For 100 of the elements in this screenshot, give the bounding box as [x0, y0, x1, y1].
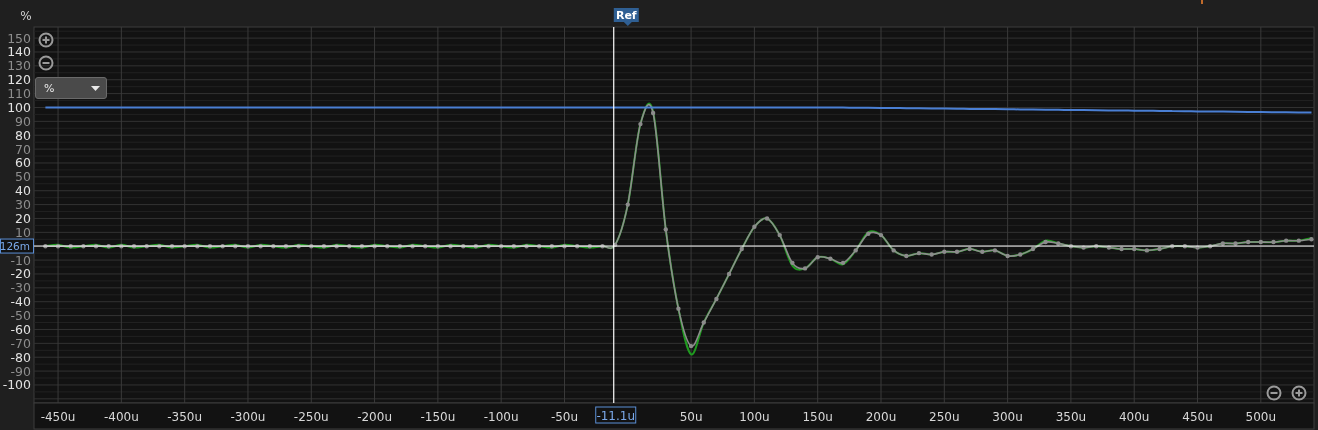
- data-point: [207, 244, 213, 249]
- x-tick-label: -450u: [40, 410, 76, 424]
- data-point: [169, 244, 175, 249]
- caret-icon: [91, 85, 100, 91]
- data-point: [410, 244, 415, 249]
- x-tick-label: -50u: [550, 410, 579, 424]
- data-point: [321, 244, 327, 249]
- data-point: [904, 253, 909, 259]
- data-point: [43, 244, 48, 249]
- data-point: [714, 296, 719, 302]
- data-point: [891, 248, 896, 253]
- data-point: [55, 244, 61, 249]
- data-point: [119, 244, 124, 249]
- data-point: [562, 244, 567, 249]
- zoom-in-icon: [38, 32, 54, 48]
- data-point: [93, 244, 99, 249]
- marker-tick: [1201, 0, 1203, 4]
- zoom-out-icon: [38, 55, 54, 71]
- y-tick-label: -10: [10, 252, 31, 268]
- x-tick-label: 100u: [739, 410, 770, 424]
- x-tick-label: 150u: [802, 410, 833, 424]
- data-point: [1220, 241, 1226, 246]
- y-tick-label: -80: [10, 349, 31, 365]
- data-point: [1056, 241, 1061, 246]
- data-point: [587, 244, 592, 249]
- data-point: [752, 224, 757, 229]
- data-point: [688, 343, 694, 349]
- data-point: [1258, 239, 1263, 245]
- data-point: [524, 244, 529, 249]
- data-point: [802, 266, 808, 271]
- data-point: [1283, 238, 1289, 243]
- x-tick-label: 400u: [1118, 410, 1150, 424]
- data-point: [385, 244, 390, 249]
- data-point: [840, 260, 846, 266]
- data-point: [106, 244, 111, 249]
- data-point: [574, 244, 580, 249]
- data-point: [1170, 244, 1175, 249]
- y-tick-label: 10: [15, 224, 31, 240]
- data-point: [942, 249, 947, 254]
- data-point: [1132, 246, 1137, 252]
- data-point: [486, 244, 491, 249]
- data-point: [1094, 244, 1099, 249]
- y-tick-label: 150: [7, 30, 31, 46]
- data-point: [853, 248, 858, 253]
- zoom-in-button[interactable]: [38, 32, 54, 48]
- y-tick-label: 90: [15, 113, 31, 129]
- y-tick-label: 100: [7, 99, 31, 115]
- y-tick-label: 70: [15, 141, 31, 157]
- data-point: [1309, 237, 1314, 242]
- y-tick-label: -40: [10, 294, 31, 310]
- data-point: [157, 244, 162, 249]
- data-point: [1271, 239, 1276, 245]
- data-point: [195, 244, 200, 249]
- data-point: [1119, 246, 1124, 252]
- x-tick-label: -300u: [230, 410, 266, 424]
- data-point: [650, 110, 656, 116]
- units-dropdown[interactable]: %: [35, 77, 107, 99]
- data-point: [309, 244, 314, 249]
- data-point: [182, 244, 187, 249]
- data-point: [1005, 253, 1010, 259]
- data-point: [1182, 244, 1188, 249]
- zoom-out-button[interactable]: [38, 55, 54, 71]
- y-tick-label: 20: [15, 210, 31, 226]
- data-point: [764, 216, 770, 221]
- data-point: [461, 244, 466, 249]
- x-tick-label: -250u: [293, 410, 329, 424]
- data-point: [549, 244, 554, 249]
- y-tick-label: 60: [15, 155, 31, 171]
- data-point: [777, 232, 782, 238]
- data-point: [1195, 245, 1200, 250]
- data-point: [1068, 244, 1074, 249]
- data-point: [866, 231, 871, 236]
- data-point: [663, 227, 668, 232]
- data-point: [1030, 246, 1036, 252]
- data-point: [511, 244, 517, 249]
- y-tick-label: -100: [2, 377, 31, 393]
- data-point: [701, 320, 706, 325]
- data-point: [144, 244, 149, 249]
- zoom-out-button[interactable]: [1266, 385, 1282, 401]
- data-point: [612, 242, 618, 248]
- zoom-in-button[interactable]: [1291, 385, 1307, 401]
- data-point: [423, 244, 428, 249]
- data-point: [271, 244, 276, 249]
- x-tick-label: 300u: [992, 410, 1023, 424]
- y-tick-label: 130: [7, 58, 31, 74]
- data-point: [878, 232, 884, 238]
- data-point: [929, 252, 934, 257]
- data-point: [1157, 246, 1162, 252]
- y-tick-label: 30: [15, 197, 31, 213]
- data-point: [1233, 241, 1238, 246]
- x-tick-label: -100u: [483, 410, 519, 424]
- data-point: [359, 244, 365, 249]
- y-cursor-readout: 126m: [0, 238, 34, 254]
- data-point: [1144, 248, 1150, 253]
- data-point: [536, 244, 542, 249]
- data-point: [448, 244, 453, 249]
- data-point: [1208, 244, 1213, 249]
- data-point: [220, 244, 225, 249]
- data-point: [980, 249, 985, 254]
- data-point: [334, 244, 339, 249]
